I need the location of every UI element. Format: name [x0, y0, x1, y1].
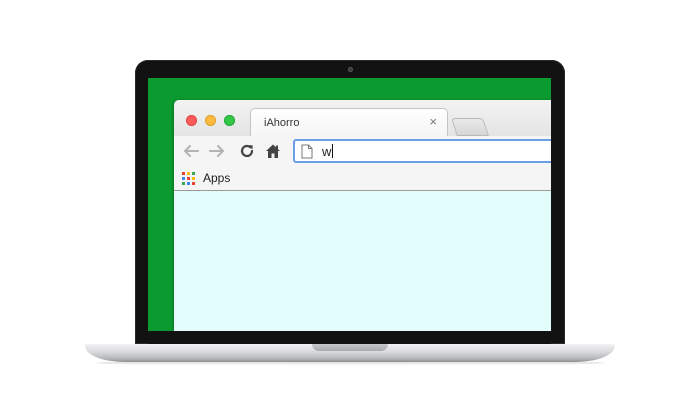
browser-toolbar: w — [174, 136, 551, 166]
page-content — [174, 191, 551, 331]
address-bar-text: w — [322, 144, 334, 159]
home-icon[interactable] — [264, 142, 282, 160]
minimize-window-button[interactable] — [205, 115, 216, 126]
zoom-window-button[interactable] — [224, 115, 235, 126]
reload-icon[interactable] — [238, 142, 256, 160]
tab-title: iAhorro — [264, 117, 300, 129]
apps-grid-icon[interactable] — [182, 172, 195, 185]
tab-close-icon[interactable]: × — [429, 114, 437, 130]
back-arrow-icon[interactable] — [182, 142, 200, 160]
address-bar-value: w — [322, 144, 332, 159]
address-bar[interactable]: w — [293, 139, 551, 163]
browser-titlebar: iAhorro × — [174, 100, 551, 137]
webcam — [348, 67, 353, 72]
screen-bezel — [148, 331, 551, 344]
close-window-button[interactable] — [186, 115, 197, 126]
browser-tab[interactable]: iAhorro × — [250, 108, 448, 137]
new-tab-button[interactable] — [451, 118, 489, 136]
laptop-lid-notch — [312, 344, 388, 351]
bookmarks-bar: Apps — [174, 166, 551, 191]
browser-window: iAhorro × w Apps — [174, 100, 551, 331]
forward-arrow-icon[interactable] — [208, 142, 226, 160]
text-caret — [332, 144, 334, 158]
apps-shortcut[interactable]: Apps — [203, 171, 230, 185]
laptop-screen: iAhorro × w Apps — [148, 78, 551, 331]
page-icon — [301, 144, 313, 164]
